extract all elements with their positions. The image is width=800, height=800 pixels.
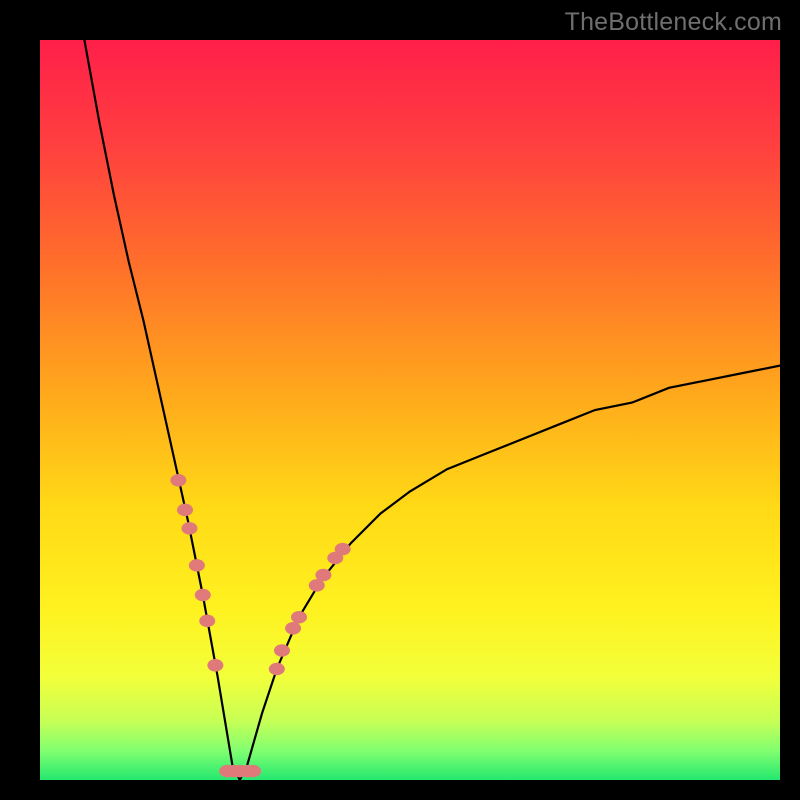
data-marker: [177, 504, 193, 516]
chart-frame: TheBottleneck.com: [0, 0, 800, 800]
data-marker: [207, 659, 223, 671]
data-marker: [315, 569, 331, 581]
data-marker: [199, 615, 215, 627]
data-marker: [189, 559, 205, 571]
chart-svg: [40, 40, 780, 780]
data-marker: [335, 543, 351, 555]
watermark-text: TheBottleneck.com: [565, 8, 782, 37]
data-marker: [269, 663, 285, 675]
data-marker: [274, 644, 290, 656]
data-marker: [170, 474, 186, 486]
data-marker: [181, 522, 197, 534]
data-marker: [245, 765, 261, 777]
plot-area: [40, 40, 780, 780]
data-marker: [195, 589, 211, 601]
data-marker: [285, 622, 301, 634]
data-marker: [291, 611, 307, 623]
gradient-background: [40, 40, 780, 780]
